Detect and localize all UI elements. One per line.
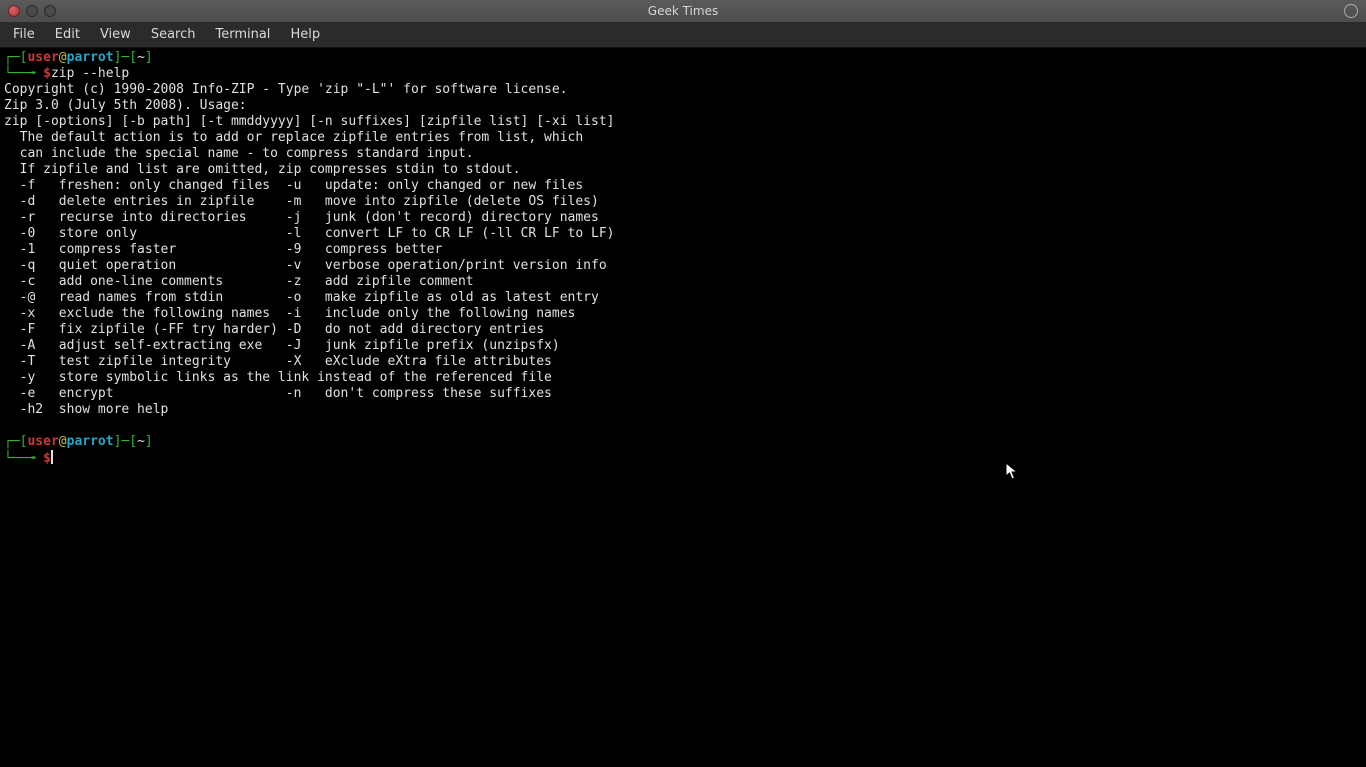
output-line: -c add one-line comments -z add zipfile … — [4, 274, 474, 289]
prompt-host: parrot — [67, 434, 114, 449]
text-cursor — [51, 450, 53, 464]
output-line: -e encrypt -n don't compress these suffi… — [4, 386, 552, 401]
titlebar: Geek Times — [0, 0, 1366, 22]
minimize-icon[interactable] — [26, 5, 38, 17]
prompt-corner-bot: └──╼ — [4, 451, 43, 466]
output-line: -f freshen: only changed files -u update… — [4, 178, 583, 193]
prompt-corner-top: ┌─ — [4, 50, 20, 65]
prompt-close: ] — [145, 50, 153, 65]
prompt-user: user — [27, 50, 58, 65]
menubar: File Edit View Search Terminal Help — [0, 22, 1366, 48]
prompt-cwd: ~ — [137, 434, 145, 449]
output-line: If zipfile and list are omitted, zip com… — [4, 162, 521, 177]
prompt-corner-top: ┌─ — [4, 434, 20, 449]
prompt-host: parrot — [67, 50, 114, 65]
prompt-dollar: $ — [43, 451, 51, 466]
window-controls — [0, 5, 56, 17]
output-line: -@ read names from stdin -o make zipfile… — [4, 290, 599, 305]
output-line: -x exclude the following names -i includ… — [4, 306, 575, 321]
prompt-close: ] — [145, 434, 153, 449]
output-line: can include the special name - to compre… — [4, 146, 474, 161]
output-line: -d delete entries in zipfile -m move int… — [4, 194, 599, 209]
output-line: -A adjust self-extracting exe -J junk zi… — [4, 338, 560, 353]
prompt-corner-bot: └──╼ — [4, 66, 43, 81]
menu-view[interactable]: View — [91, 24, 140, 45]
output-line: -0 store only -l convert LF to CR LF (-l… — [4, 226, 614, 241]
menu-edit[interactable]: Edit — [46, 24, 89, 45]
menu-file[interactable]: File — [4, 24, 44, 45]
output-line: zip [-options] [-b path] [-t mmddyyyy] [… — [4, 114, 614, 129]
prompt-dollar: $ — [43, 66, 51, 81]
close-icon[interactable] — [8, 5, 20, 17]
prompt-at: @ — [59, 434, 67, 449]
output-line: The default action is to add or replace … — [4, 130, 583, 145]
output-line: -q quiet operation -v verbose operation/… — [4, 258, 607, 273]
output-line: -y store symbolic links as the link inst… — [4, 370, 552, 385]
prompt-at: @ — [59, 50, 67, 65]
session-indicator-icon[interactable] — [1344, 4, 1358, 18]
menu-search[interactable]: Search — [142, 24, 205, 45]
maximize-icon[interactable] — [44, 5, 56, 17]
output-line: -h2 show more help — [4, 402, 168, 417]
prompt-dash: ─[ — [121, 50, 137, 65]
output-line: -F fix zipfile (-FF try harder) -D do no… — [4, 322, 544, 337]
prompt-user: user — [27, 434, 58, 449]
output-line: -T test zipfile integrity -X eXclude eXt… — [4, 354, 552, 369]
window-title: Geek Times — [0, 4, 1366, 18]
terminal-output[interactable]: ┌─[user@parrot]─[~] └──╼ $zip --help Cop… — [0, 48, 1366, 767]
output-line: -1 compress faster -9 compress better — [4, 242, 442, 257]
output-line: Copyright (c) 1990-2008 Info-ZIP - Type … — [4, 82, 568, 97]
prompt-cwd: ~ — [137, 50, 145, 65]
menu-help[interactable]: Help — [281, 24, 329, 45]
output-line: -r recurse into directories -j junk (don… — [4, 210, 599, 225]
menu-terminal[interactable]: Terminal — [206, 24, 279, 45]
prompt-dash: ─[ — [121, 434, 137, 449]
output-line: Zip 3.0 (July 5th 2008). Usage: — [4, 98, 247, 113]
command-zip-help: zip --help — [51, 66, 129, 81]
